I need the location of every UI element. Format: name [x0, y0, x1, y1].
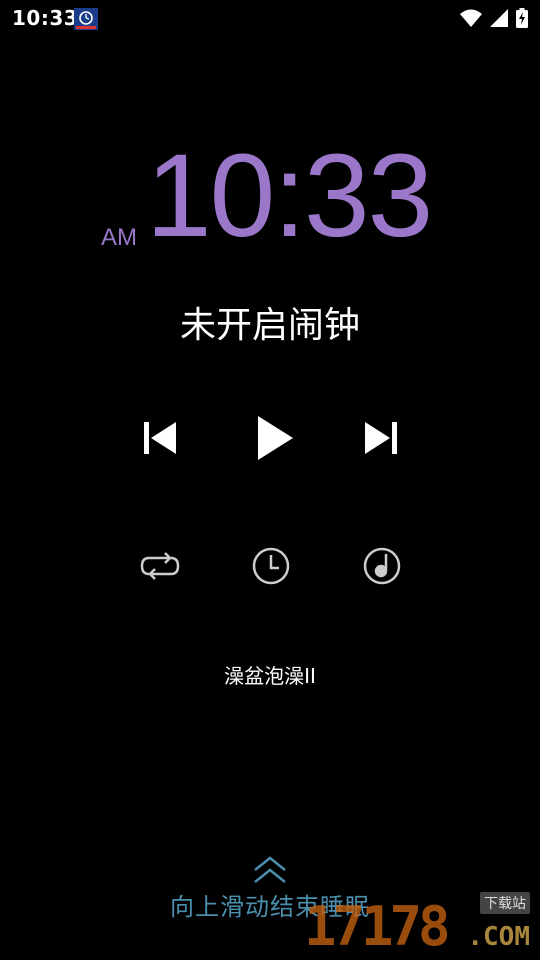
timer-button[interactable]	[248, 545, 294, 591]
signal-icon	[490, 9, 508, 31]
clock-time: 10:33	[146, 130, 433, 262]
track-name: 澡盆泡澡II	[224, 664, 316, 688]
alarm-app-icon	[74, 8, 98, 30]
play-button[interactable]	[250, 415, 300, 465]
status-bar: 10:33	[0, 0, 540, 36]
music-clock-button[interactable]	[359, 545, 405, 591]
watermark-tag: 下载站	[480, 892, 530, 914]
playback-controls	[0, 415, 540, 465]
am-pm-label: AM	[101, 224, 137, 251]
timer-icon	[251, 546, 291, 590]
mode-buttons	[0, 545, 540, 591]
alarm-status-text: 未开启闹钟	[179, 305, 360, 346]
battery-charging-icon	[516, 8, 528, 32]
watermark-domain: .COM	[467, 922, 530, 952]
play-icon	[257, 416, 293, 464]
next-button[interactable]	[356, 415, 406, 465]
skip-next-icon	[364, 421, 398, 459]
skip-previous-icon	[143, 421, 177, 459]
watermark: 17178 .COM 下载站	[304, 892, 534, 958]
clock-display: AM 10:33	[0, 136, 540, 260]
status-time: 10:33	[12, 6, 79, 30]
watermark-number: 17178	[304, 895, 451, 958]
repeat-button[interactable]	[137, 545, 183, 591]
music-clock-icon	[362, 546, 402, 590]
chevron-up-icon	[252, 855, 288, 885]
previous-button[interactable]	[135, 415, 185, 465]
wifi-icon	[460, 9, 482, 31]
repeat-icon	[139, 548, 181, 588]
